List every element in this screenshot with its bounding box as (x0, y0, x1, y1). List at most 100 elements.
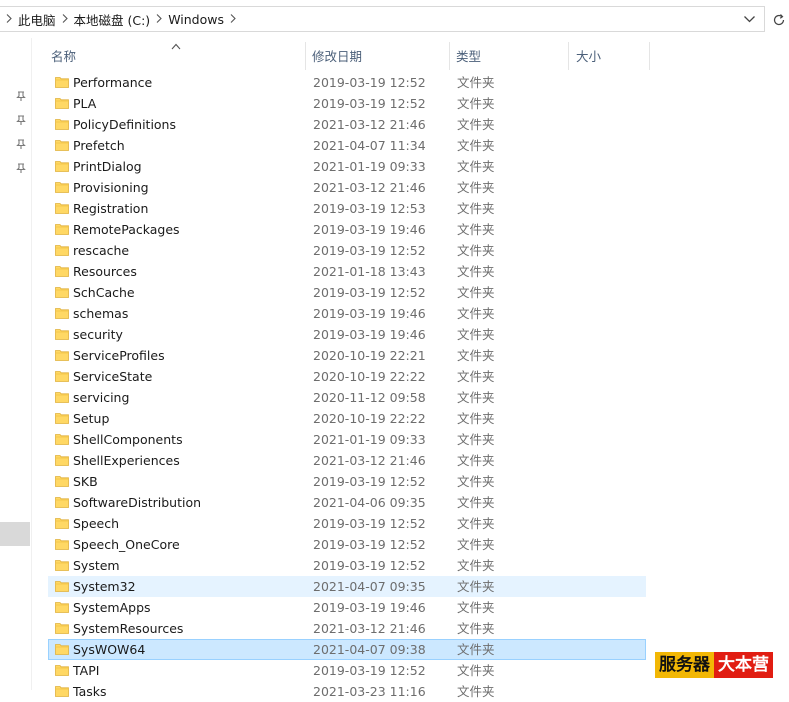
refresh-icon[interactable] (770, 10, 788, 30)
breadcrumb-item-windows[interactable]: Windows (168, 12, 224, 27)
file-modified-date: 2021-03-12 21:46 (313, 621, 426, 636)
file-row[interactable]: Performance 2019-03-19 12:52 文件夹 (48, 72, 646, 93)
file-row[interactable]: rescache 2019-03-19 12:52 文件夹 (48, 240, 646, 261)
file-type: 文件夹 (457, 327, 495, 342)
file-row[interactable]: Registration 2019-03-19 12:53 文件夹 (48, 198, 646, 219)
file-modified-date: 2019-03-19 12:52 (313, 558, 426, 573)
file-name: PLA (73, 96, 97, 111)
chevron-right-icon[interactable] (230, 13, 236, 26)
pin-icon[interactable] (15, 90, 27, 102)
folder-icon (55, 454, 69, 466)
file-name: Speech (73, 516, 120, 531)
pin-icon[interactable] (15, 114, 27, 126)
folder-icon (55, 118, 69, 130)
file-row[interactable]: Prefetch 2021-04-07 11:34 文件夹 (48, 135, 646, 156)
file-row[interactable]: Resources 2021-01-18 13:43 文件夹 (48, 261, 646, 282)
file-row[interactable]: ServiceState 2020-10-19 22:22 文件夹 (48, 366, 646, 387)
folder-icon (55, 496, 69, 508)
file-row[interactable]: schemas 2019-03-19 19:46 文件夹 (48, 303, 646, 324)
file-row[interactable]: Tasks 2021-03-23 11:16 文件夹 (48, 681, 646, 702)
pin-icon[interactable] (15, 162, 27, 174)
file-modified-date: 2019-03-19 12:52 (313, 537, 426, 552)
column-header-modified[interactable]: 修改日期 (306, 38, 450, 72)
file-type: 文件夹 (457, 75, 495, 90)
file-row[interactable]: SchCache 2019-03-19 12:52 文件夹 (48, 282, 646, 303)
file-name: ServiceProfiles (73, 348, 165, 363)
navigation-pane (0, 38, 31, 690)
chevron-down-icon[interactable] (740, 10, 758, 28)
file-type: 文件夹 (457, 663, 495, 678)
file-modified-date: 2021-03-12 21:46 (313, 453, 426, 468)
file-row[interactable]: SystemResources 2021-03-12 21:46 文件夹 (48, 618, 646, 639)
file-modified-date: 2019-03-19 19:46 (313, 222, 426, 237)
breadcrumb[interactable]: 此电脑 本地磁盘 (C:) Windows (0, 6, 765, 32)
breadcrumb-item-this-pc[interactable]: 此电脑 (18, 10, 56, 29)
file-row[interactable]: servicing 2020-11-12 09:58 文件夹 (48, 387, 646, 408)
file-modified-date: 2019-03-19 12:52 (313, 663, 426, 678)
column-separator[interactable] (649, 42, 650, 70)
pin-icon[interactable] (15, 138, 27, 150)
file-row[interactable]: security 2019-03-19 19:46 文件夹 (48, 324, 646, 345)
file-row[interactable]: ShellComponents 2021-01-19 09:33 文件夹 (48, 429, 646, 450)
file-name: Performance (73, 75, 153, 90)
file-row[interactable]: RemotePackages 2019-03-19 19:46 文件夹 (48, 219, 646, 240)
pane-divider[interactable] (31, 38, 32, 690)
chevron-right-icon[interactable] (6, 13, 12, 26)
file-modified-date: 2021-01-18 13:43 (313, 264, 426, 279)
file-row[interactable]: PLA 2019-03-19 12:52 文件夹 (48, 93, 646, 114)
column-header-size[interactable]: 大小 (569, 38, 650, 72)
file-row[interactable]: ServiceProfiles 2020-10-19 22:21 文件夹 (48, 345, 646, 366)
file-type: 文件夹 (457, 138, 495, 153)
file-row[interactable]: Setup 2020-10-19 22:22 文件夹 (48, 408, 646, 429)
file-row[interactable]: PolicyDefinitions 2021-03-12 21:46 文件夹 (48, 114, 646, 135)
file-row[interactable]: SystemApps 2019-03-19 19:46 文件夹 (48, 597, 646, 618)
column-header-type-label: 类型 (456, 48, 482, 64)
file-modified-date: 2020-10-19 22:22 (313, 411, 426, 426)
file-type: 文件夹 (457, 222, 495, 237)
file-row[interactable]: ShellExperiences 2021-03-12 21:46 文件夹 (48, 450, 646, 471)
column-header-type[interactable]: 类型 (450, 38, 569, 72)
folder-icon (55, 622, 69, 634)
file-name: System32 (73, 579, 136, 594)
file-modified-date: 2019-03-19 19:46 (313, 327, 426, 342)
file-name: PolicyDefinitions (73, 117, 176, 132)
folder-icon (55, 475, 69, 487)
folder-icon (55, 97, 69, 109)
file-name: Resources (73, 264, 137, 279)
file-name: servicing (73, 390, 130, 405)
chevron-right-icon[interactable] (156, 13, 162, 26)
file-type: 文件夹 (457, 579, 495, 594)
file-row[interactable]: SoftwareDistribution 2021-04-06 09:35 文件夹 (48, 492, 646, 513)
file-row[interactable]: System 2019-03-19 12:52 文件夹 (48, 555, 646, 576)
file-row[interactable]: System32 2021-04-07 09:35 文件夹 (48, 576, 646, 597)
folder-icon (55, 181, 69, 193)
file-type: 文件夹 (457, 642, 495, 657)
nav-selected-item[interactable] (0, 522, 30, 546)
file-type: 文件夹 (457, 684, 495, 699)
file-row[interactable]: SKB 2019-03-19 12:52 文件夹 (48, 471, 646, 492)
file-name: ServiceState (73, 369, 153, 384)
file-row[interactable]: Provisioning 2021-03-12 21:46 文件夹 (48, 177, 646, 198)
folder-icon (55, 580, 69, 592)
file-type: 文件夹 (457, 411, 495, 426)
column-header-name[interactable]: 名称 (32, 38, 306, 72)
file-row[interactable]: TAPI 2019-03-19 12:52 文件夹 (48, 660, 646, 681)
chevron-right-icon[interactable] (62, 13, 68, 26)
file-name: SoftwareDistribution (73, 495, 202, 510)
folder-icon (55, 538, 69, 550)
file-name: PrintDialog (73, 159, 142, 174)
address-bar: 此电脑 本地磁盘 (C:) Windows (0, 0, 789, 39)
column-header-size-label: 大小 (576, 48, 602, 64)
folder-icon (55, 643, 69, 655)
file-row[interactable]: Speech 2019-03-19 12:52 文件夹 (48, 513, 646, 534)
file-type: 文件夹 (457, 285, 495, 300)
file-name: SysWOW64 (73, 642, 146, 657)
file-name: Setup (73, 411, 110, 426)
breadcrumb-item-local-disk[interactable]: 本地磁盘 (C:) (74, 10, 151, 29)
file-row[interactable]: Speech_OneCore 2019-03-19 12:52 文件夹 (48, 534, 646, 555)
file-row[interactable]: PrintDialog 2021-01-19 09:33 文件夹 (48, 156, 646, 177)
file-modified-date: 2021-04-07 09:38 (313, 642, 426, 657)
file-name: Registration (73, 201, 149, 216)
file-row[interactable]: SysWOW64 2021-04-07 09:38 文件夹 (48, 639, 646, 660)
file-modified-date: 2019-03-19 12:52 (313, 516, 426, 531)
